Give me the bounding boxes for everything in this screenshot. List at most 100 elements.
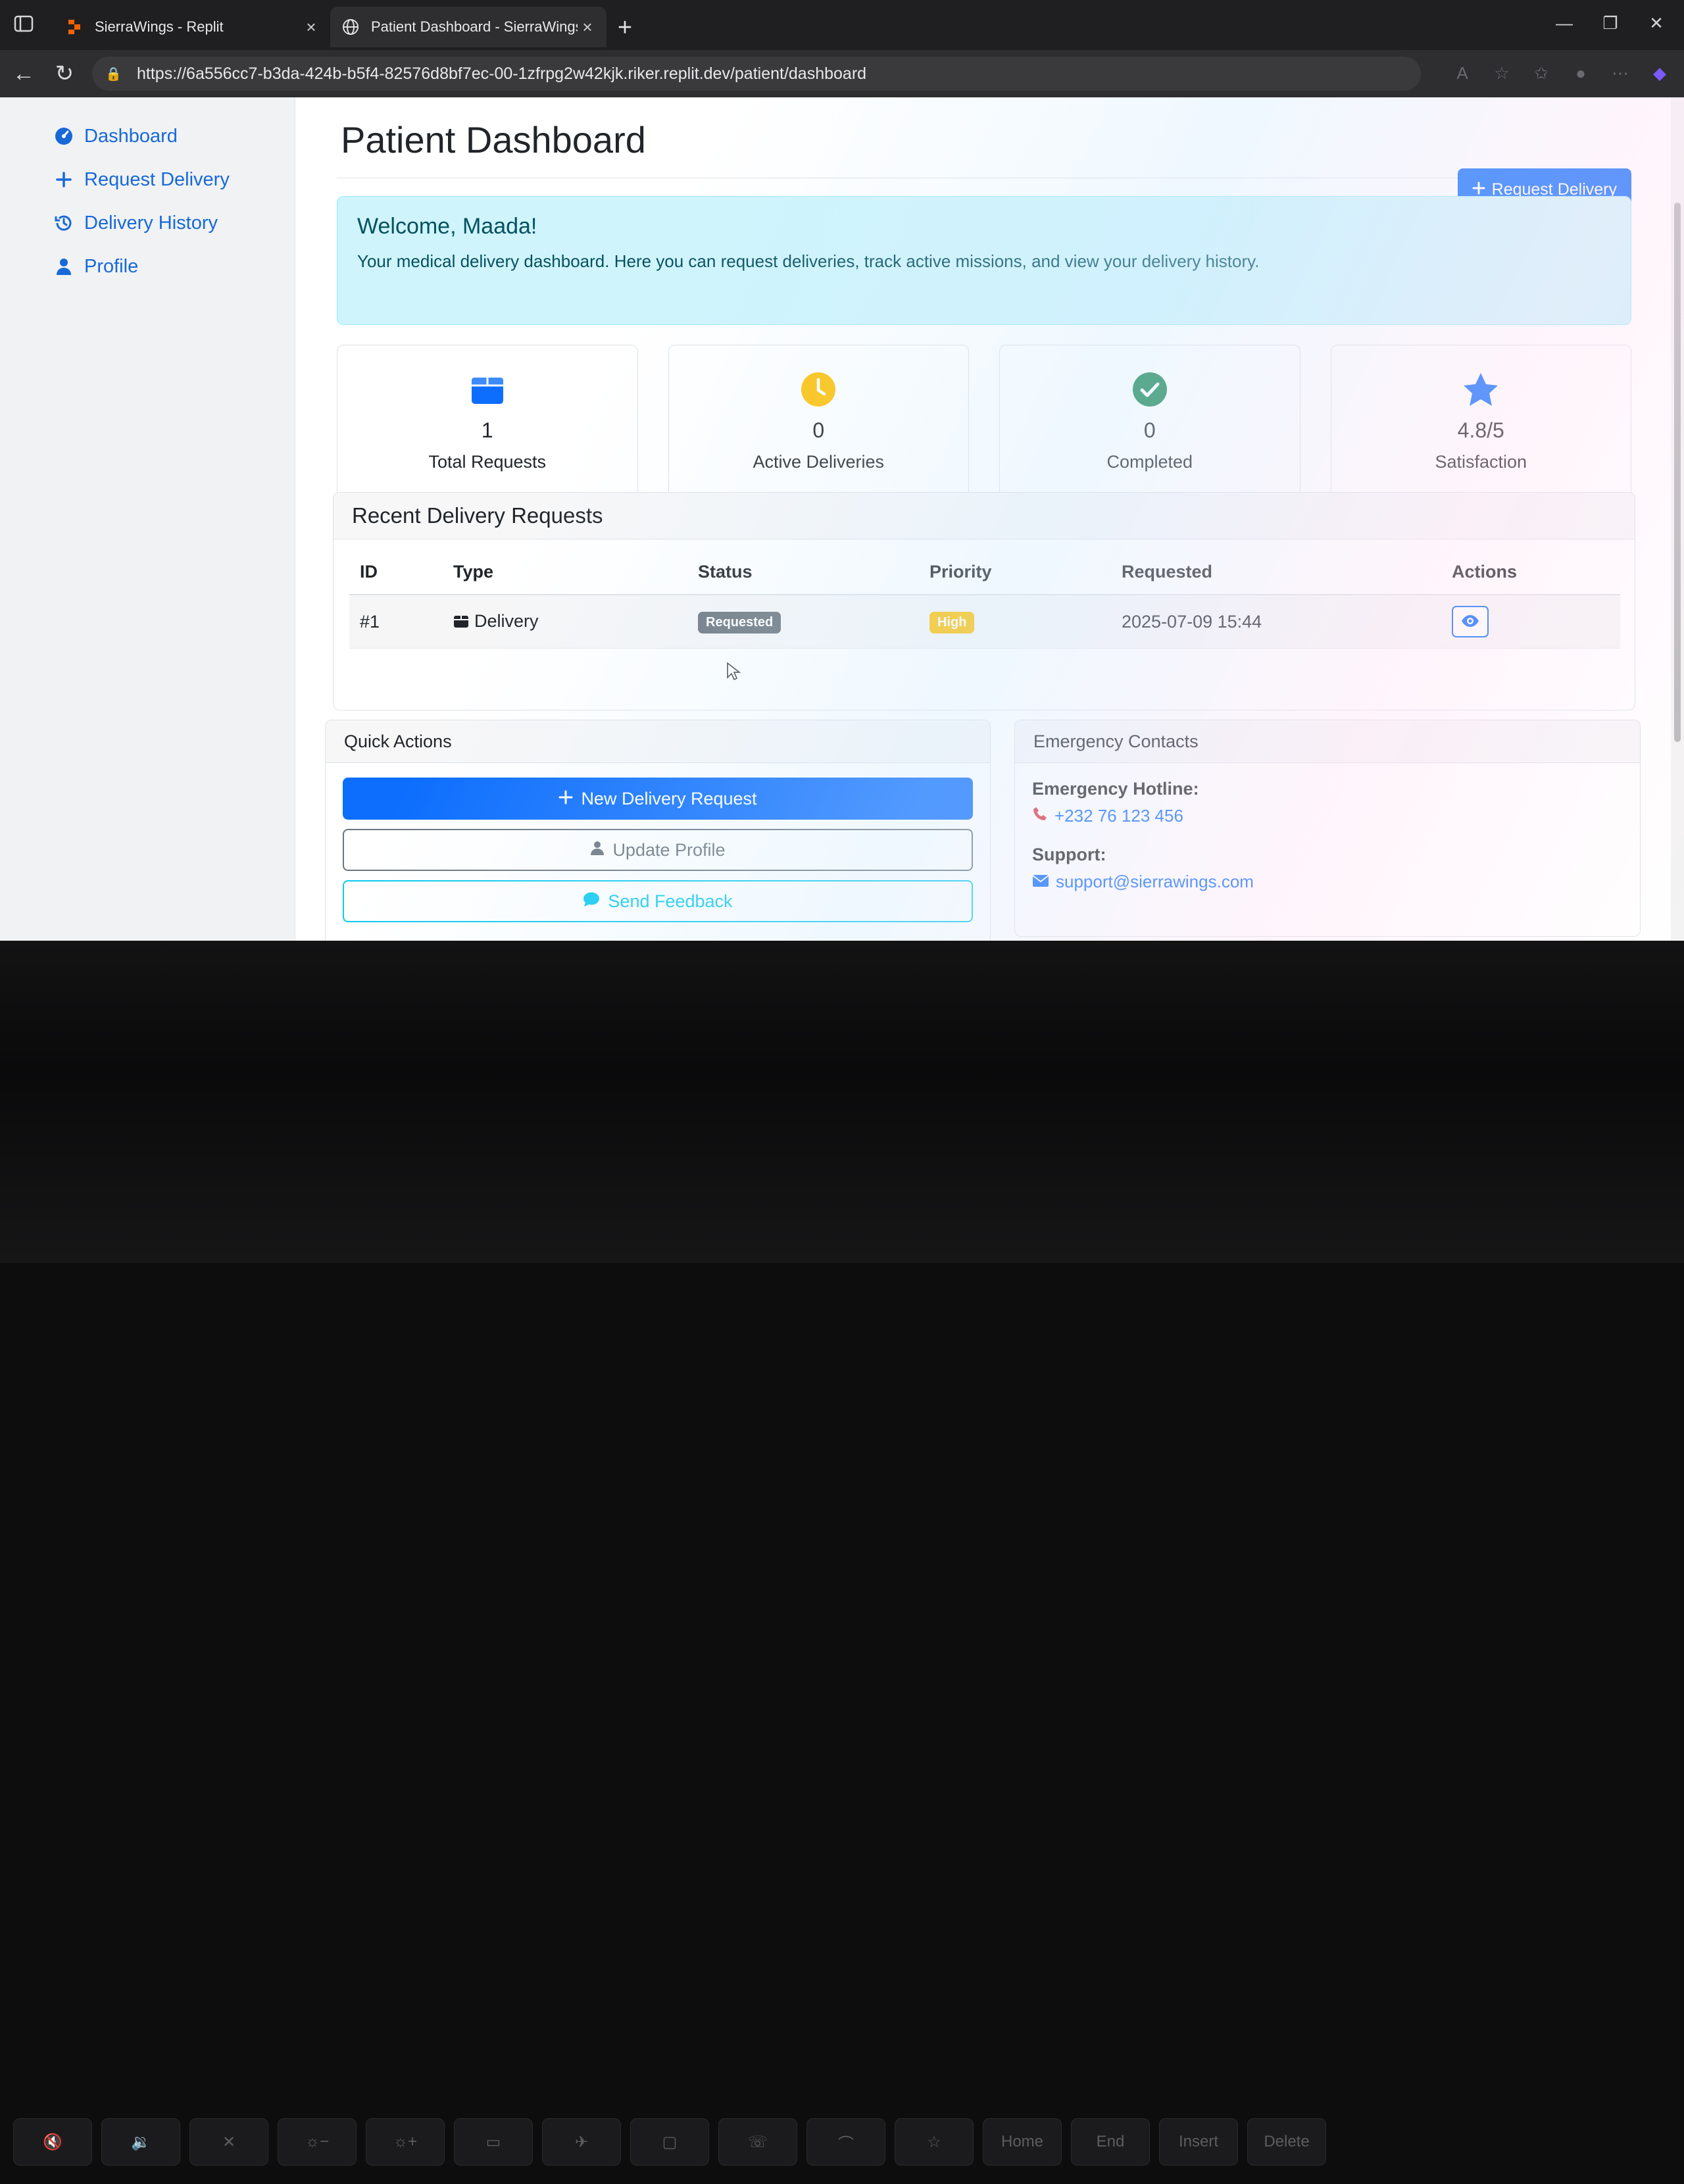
main-content: Patient Dashboard Request Delivery Welco… [325, 97, 1641, 941]
favorites-icon[interactable]: ✩ [1530, 62, 1552, 84]
stat-card-completed: 0 Completed [999, 345, 1300, 499]
support-email-link[interactable]: support@sierrawings.com [1032, 872, 1623, 892]
priority-badge: High [929, 611, 975, 633]
cell-type: Delivery [443, 595, 687, 649]
emergency-contacts-card: Emergency Contacts Emergency Hotline: +2… [1014, 720, 1641, 937]
hotline-link[interactable]: +232 76 123 456 [1032, 806, 1623, 826]
sidebar-item-request-delivery[interactable]: Request Delivery [53, 158, 295, 201]
recent-requests-title: Recent Delivery Requests [334, 493, 1635, 539]
box-icon [453, 612, 469, 633]
table-header-row: ID Type Status Priority Requested Action… [349, 550, 1620, 595]
end-key: End [1071, 2118, 1150, 2166]
browser-tab-replit[interactable]: SierraWings - Replit × [54, 7, 330, 47]
update-profile-button[interactable]: Update Profile [343, 829, 973, 871]
stat-label: Satisfaction [1435, 452, 1527, 472]
copilot-icon[interactable]: ◆ [1648, 62, 1671, 84]
new-tab-button[interactable]: + [612, 14, 638, 41]
stat-card-total-requests: 1 Total Requests [337, 345, 638, 499]
delete-key: Delete [1247, 2118, 1326, 2166]
back-icon[interactable]: ← [11, 61, 37, 87]
profile-avatar-icon[interactable]: ● [1570, 62, 1592, 84]
send-feedback-label: Send Feedback [608, 891, 733, 911]
tab-close-icon[interactable]: × [578, 17, 597, 37]
tab-title: SierraWings - Replit [95, 18, 224, 35]
replit-icon [66, 18, 83, 36]
stat-value: 0 [812, 418, 825, 442]
recent-requests-card: Recent Delivery Requests ID Type Status … [333, 492, 1635, 710]
sidebar-item-label: Request Delivery [84, 168, 230, 190]
view-request-button[interactable] [1452, 606, 1489, 637]
tachometer-icon [53, 125, 75, 147]
welcome-text: Your medical delivery dashboard. Here yo… [357, 251, 1260, 271]
read-aloud-icon[interactable]: A [1451, 62, 1474, 84]
update-profile-label: Update Profile [612, 839, 726, 860]
tab-close-icon[interactable]: × [301, 17, 321, 37]
reload-icon[interactable]: ↻ [51, 61, 78, 87]
laptop-bezel: 🔇 🔉 ✕ ☼− ☼+ ▭ ✈ ▢ ☏ ⌒ ☆ Home End Insert … [0, 941, 1684, 2166]
cell-id: #1 [349, 595, 443, 649]
stats-row: 1 Total Requests 0 Active Deliveries 0 C… [337, 345, 1631, 499]
status-badge: Requested [698, 611, 781, 633]
mute-key: 🔇 [13, 2118, 92, 2166]
more-options-icon[interactable]: ⋯ [1609, 62, 1631, 84]
plus-icon [558, 789, 573, 809]
hotline-number: +232 76 123 456 [1054, 806, 1183, 826]
page-scrollbar[interactable] [1671, 97, 1684, 941]
stat-value: 0 [1143, 418, 1156, 442]
airplane-key: ✈ [542, 2118, 621, 2166]
url-field[interactable]: 🔒 https://6a556cc7-b3da-424b-b5f4-82576d… [92, 57, 1421, 91]
clock-icon [800, 371, 837, 408]
quick-actions-title: Quick Actions [326, 720, 990, 763]
keyboard-function-row: 🔇 🔉 ✕ ☼− ☼+ ▭ ✈ ▢ ☏ ⌒ ☆ Home End Insert … [0, 2118, 1684, 2184]
column-header: Status [687, 550, 919, 595]
page-title: Patient Dashboard [341, 119, 646, 161]
requests-table: ID Type Status Priority Requested Action… [349, 550, 1620, 649]
stat-label: Active Deliveries [753, 452, 885, 472]
envelope-icon [1032, 872, 1049, 892]
address-bar-row: ← ↻ 🔒 https://6a556cc7-b3da-424b-b5f4-82… [0, 50, 1684, 97]
check-circle-icon [1131, 371, 1168, 408]
column-header: Actions [1441, 550, 1620, 595]
browser-tab-dashboard[interactable]: Patient Dashboard - SierraWings × [330, 7, 607, 47]
welcome-heading: Welcome, Maada! [357, 214, 537, 239]
eye-icon [1461, 612, 1479, 632]
sidebar-item-delivery-history[interactable]: Delivery History [53, 201, 295, 245]
minimize-icon[interactable]: — [1551, 13, 1577, 34]
user-icon [53, 255, 75, 278]
sidebar-item-label: Delivery History [84, 212, 218, 234]
phone-key: ☏ [718, 2118, 797, 2166]
close-window-icon[interactable]: ✕ [1643, 13, 1670, 34]
scrollbar-thumb[interactable] [1674, 203, 1681, 742]
page-viewport: Dashboard Request Delivery Delivery Hist… [0, 97, 1684, 941]
cell-requested: 2025-07-09 15:44 [1111, 595, 1441, 649]
stat-label: Completed [1106, 452, 1193, 472]
quick-actions-card: Quick Actions New Delivery Request Updat… [325, 720, 991, 941]
lock-icon: 🔒 [105, 66, 122, 82]
globe-icon [342, 18, 359, 36]
table-row: #1 Delivery Requested High 2025-07-09 15… [349, 595, 1620, 649]
url-text: https://6a556cc7-b3da-424b-b5f4-82576d8b… [137, 64, 867, 83]
sidebar-item-dashboard[interactable]: Dashboard [53, 114, 295, 158]
sidebar-item-label: Profile [84, 255, 139, 277]
insert-key: Insert [1159, 2118, 1238, 2166]
browser-toolbar-icons: A ☆ ✩ ● ⋯ ◆ [1451, 62, 1671, 84]
cell-status: Requested [687, 595, 919, 649]
tab-title: Patient Dashboard - SierraWings [371, 18, 578, 35]
send-feedback-button[interactable]: Send Feedback [343, 880, 973, 922]
support-email: support@sierrawings.com [1056, 872, 1254, 891]
box-icon [469, 371, 506, 408]
sidebar-item-profile[interactable]: Profile [53, 245, 295, 288]
star-icon [1462, 371, 1499, 408]
phone-icon [1032, 806, 1048, 826]
display-key: ▭ [454, 2118, 533, 2166]
tab-actions-icon[interactable] [12, 12, 36, 36]
new-delivery-request-button[interactable]: New Delivery Request [343, 778, 973, 820]
restore-icon[interactable]: ❐ [1597, 13, 1623, 34]
column-header: Requested [1111, 550, 1441, 595]
column-header: Priority [919, 550, 1111, 595]
sidebar: Dashboard Request Delivery Delivery Hist… [0, 97, 295, 941]
stat-value: 4.8/5 [1457, 418, 1504, 442]
hotline-label: Emergency Hotline: [1032, 779, 1199, 799]
favorite-star-icon[interactable]: ☆ [1491, 62, 1513, 84]
cell-actions [1441, 595, 1620, 649]
